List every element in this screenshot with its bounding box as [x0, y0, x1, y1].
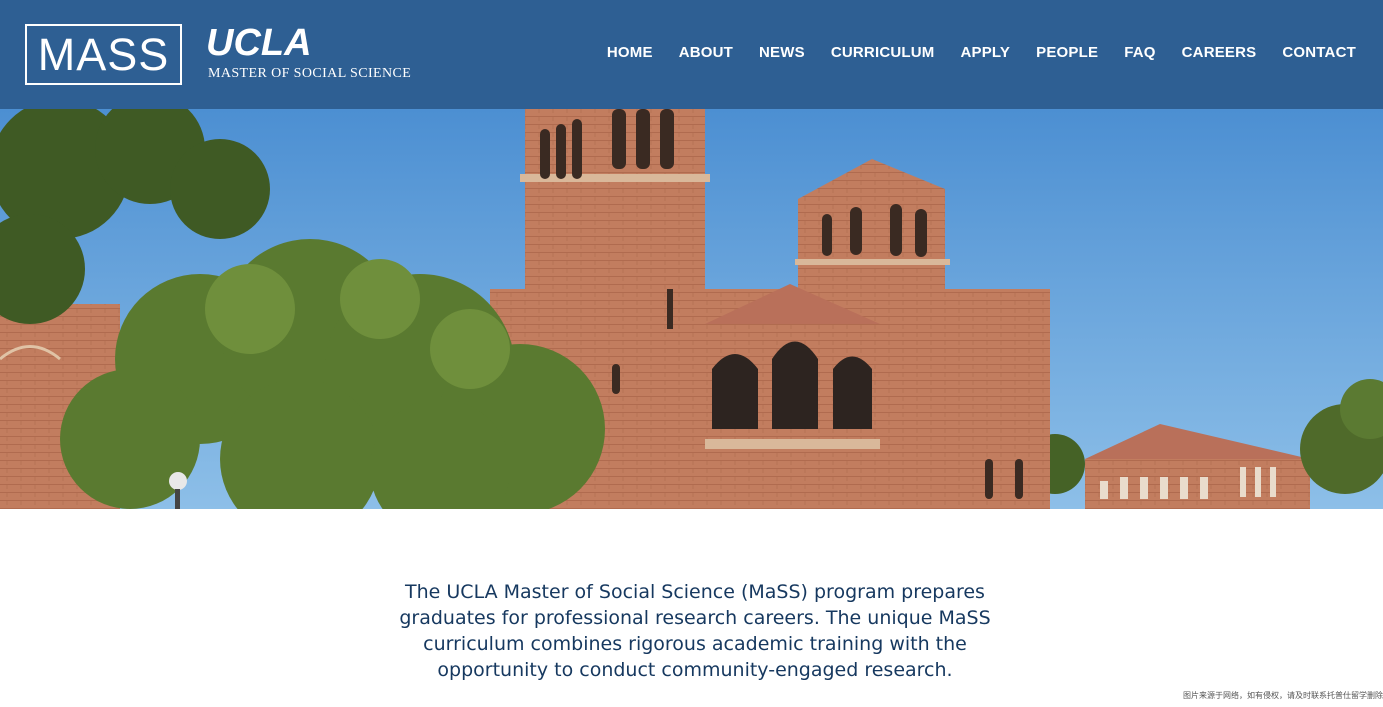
program-subtitle: Master of Social Science	[208, 66, 412, 81]
nav-faq[interactable]: FAQ	[1124, 44, 1155, 61]
nav-home[interactable]: HOME	[607, 44, 653, 61]
hero-banner	[0, 109, 1383, 509]
nav-contact[interactable]: CONTACT	[1282, 44, 1356, 61]
nav-people[interactable]: PEOPLE	[1036, 44, 1098, 61]
campus-building-image	[0, 109, 1383, 509]
image-source-notice: 图片来源于网络，如有侵权，请及时联系托普仕留学删除	[1183, 691, 1383, 700]
nav-news[interactable]: NEWS	[759, 44, 805, 61]
mass-logo[interactable]: MASS	[25, 24, 182, 85]
site-header: MASS UCLA Master of Social Science HOME …	[0, 0, 1383, 109]
nav-careers[interactable]: CAREERS	[1182, 44, 1257, 61]
program-intro-text: The UCLA Master of Social Science (MaSS)…	[399, 581, 991, 681]
nav-apply[interactable]: APPLY	[960, 44, 1010, 61]
ucla-wordmark[interactable]: UCLA	[206, 24, 312, 62]
nav-curriculum[interactable]: CURRICULUM	[831, 44, 935, 61]
nav-about[interactable]: ABOUT	[679, 44, 733, 61]
main-nav: HOME ABOUT NEWS CURRICULUM APPLY PEOPLE …	[607, 44, 1356, 61]
